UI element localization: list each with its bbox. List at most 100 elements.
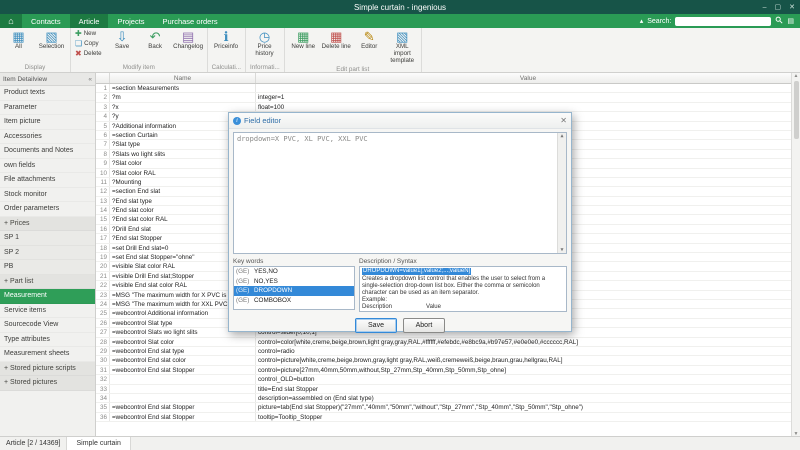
sidebar-item[interactable]: Sourcecode View: [0, 318, 95, 333]
table-row[interactable]: 2 ?m integer=1: [96, 93, 800, 102]
table-row[interactable]: 33 title=End slat Stopper: [96, 385, 800, 394]
ribbon-button[interactable]: ▦ Delete line: [320, 29, 353, 52]
sidebar-item[interactable]: Accessories: [0, 130, 95, 145]
vertical-scrollbar[interactable]: ▲ ▼: [791, 73, 800, 437]
sidebar-item[interactable]: Product texts: [0, 86, 95, 101]
table-row[interactable]: 29 =webcontrol End slat type control=rad…: [96, 347, 800, 356]
sidebar-item[interactable]: + Prices: [0, 217, 95, 232]
sidebar-item[interactable]: Type attributes: [0, 333, 95, 348]
table-row[interactable]: 30 =webcontrol End slat color control=pi…: [96, 356, 800, 365]
ribbon-button-icon: ▦: [297, 30, 309, 44]
sidebar-item-label: own fields: [4, 162, 35, 169]
close-icon[interactable]: ✕: [789, 3, 795, 11]
window-controls: – ▢ ✕: [763, 0, 795, 14]
row-number: 35: [96, 403, 110, 411]
sidebar: Item Detailview « Product texts Paramete…: [0, 73, 96, 437]
ribbon-tab[interactable]: Projects: [108, 14, 153, 28]
document-tab[interactable]: Simple curtain: [67, 437, 130, 450]
collapse-ribbon-icon[interactable]: ▴: [640, 17, 644, 25]
sidebar-item[interactable]: Order parameters: [0, 202, 95, 217]
ribbon-button[interactable]: ▦ New line: [287, 29, 320, 52]
ribbon-small-button[interactable]: ❏ Copy: [73, 39, 101, 49]
keyword-row[interactable]: (GE) DROPDOWN: [234, 286, 354, 296]
row-name: =webcontrol End slat Stopper: [110, 413, 256, 421]
search-input[interactable]: [675, 17, 771, 26]
ribbon-tab[interactable]: Purchase orders: [154, 14, 227, 28]
ribbon-button[interactable]: ◷ Price history: [248, 29, 281, 59]
row-name: ?x: [110, 103, 256, 111]
ribbon-small-button[interactable]: ✖ Delete: [73, 49, 104, 59]
table-row[interactable]: 28 =webcontrol Slat color control=color[…: [96, 338, 800, 347]
record-counter: Article [2 / 14369]: [0, 437, 67, 450]
ribbon-button[interactable]: ℹ Priceinfo: [210, 29, 243, 52]
keyword-row[interactable]: (GE) NO,YES: [234, 277, 354, 287]
row-number: 34: [96, 394, 110, 402]
table-row[interactable]: 31 =webcontrol End slat Stopper control=…: [96, 366, 800, 375]
maximize-icon[interactable]: ▢: [775, 3, 782, 11]
row-number: 1: [96, 84, 110, 92]
scroll-up-icon[interactable]: ▲: [560, 133, 563, 139]
ribbon-button[interactable]: ▧ XML import template: [386, 29, 419, 65]
sidebar-item[interactable]: Documents and Notes: [0, 144, 95, 159]
table-row[interactable]: 3 ?x float=100: [96, 103, 800, 112]
table-row[interactable]: 34 description=assembled on (End slat ty…: [96, 394, 800, 403]
field-editor-textarea[interactable]: dropdown=X PVC, XL PVC, XXL PVC ▲ ▼: [233, 132, 567, 254]
editor-scrollbar[interactable]: ▲ ▼: [557, 133, 566, 253]
ribbon-button[interactable]: ⇩ Save: [106, 29, 139, 52]
minimize-icon[interactable]: –: [763, 4, 767, 11]
table-row[interactable]: 36 =webcontrol End slat Stopper tooltip=…: [96, 413, 800, 422]
sidebar-item[interactable]: Item picture: [0, 115, 95, 130]
sidebar-item[interactable]: Parameter: [0, 101, 95, 116]
sidebar-item[interactable]: PB: [0, 260, 95, 275]
example-label: Example:: [362, 297, 564, 304]
search-icon[interactable]: [775, 16, 783, 26]
row-number: 25: [96, 309, 110, 317]
save-button[interactable]: Save: [355, 318, 397, 333]
abort-button[interactable]: Abort: [403, 318, 445, 333]
ribbon-small-button[interactable]: ✚ New: [73, 29, 98, 39]
collapse-sidebar-icon[interactable]: «: [88, 76, 92, 83]
sidebar-item[interactable]: SP 1: [0, 231, 95, 246]
ribbon-button[interactable]: ✎ Editor: [353, 29, 386, 52]
table-row[interactable]: 35 =webcontrol End slat Stopper picture=…: [96, 403, 800, 412]
dialog-buttons: Save Abort: [233, 315, 567, 337]
table-row[interactable]: 32 control_OLD=button: [96, 375, 800, 384]
scrollbar-thumb[interactable]: [794, 81, 799, 139]
ribbon-button-label: All: [15, 44, 22, 51]
keyword-language: (GE): [234, 267, 254, 277]
sidebar-item[interactable]: + Stored picture scripts: [0, 362, 95, 377]
dialog-close-icon[interactable]: ✕: [560, 116, 567, 125]
ribbon-tab[interactable]: Contacts: [22, 14, 70, 28]
sidebar-item[interactable]: SP 2: [0, 246, 95, 261]
column-header-name[interactable]: Name: [110, 73, 256, 83]
sidebar-item[interactable]: own fields: [0, 159, 95, 174]
ribbon-button[interactable]: ▧ Selection: [35, 29, 68, 52]
ribbon-button[interactable]: ↶ Back: [139, 29, 172, 52]
scroll-down-icon[interactable]: ▼: [560, 247, 563, 253]
sidebar-item[interactable]: Stock monitor: [0, 188, 95, 203]
ribbon-button[interactable]: ▦ All: [2, 29, 35, 52]
menu-icon[interactable]: ▤: [787, 17, 794, 25]
keyword-row[interactable]: (GE) COMBOBOX: [234, 296, 354, 306]
keywords-list[interactable]: (GE) YES,NO (GE) NO,YES (GE) DROPDOWN: [233, 266, 355, 310]
example-col-value: Value: [426, 304, 441, 311]
ribbon-tab[interactable]: Article: [70, 14, 109, 28]
sidebar-item[interactable]: + Part list: [0, 275, 95, 290]
row-value: [256, 84, 800, 92]
table-row[interactable]: 1 =section Measurements: [96, 84, 800, 93]
sidebar-item[interactable]: Service items: [0, 304, 95, 319]
row-number: 18: [96, 244, 110, 252]
sidebar-item[interactable]: Measurement: [0, 289, 95, 304]
scroll-up-icon[interactable]: ▲: [794, 73, 799, 79]
ribbon-button[interactable]: ▤ Changelog: [172, 29, 205, 52]
ribbon-group-label: Display: [2, 63, 68, 72]
sidebar-item[interactable]: + Stored pictures: [0, 376, 95, 391]
keyword-row[interactable]: (GE) YES,NO: [234, 267, 354, 277]
row-number: 19: [96, 253, 110, 261]
sidebar-item[interactable]: File attachments: [0, 173, 95, 188]
sidebar-item[interactable]: Measurement sheets: [0, 347, 95, 362]
column-header-value[interactable]: Value: [256, 73, 800, 83]
row-value: control_OLD=button: [256, 375, 800, 383]
row-number: 22: [96, 281, 110, 289]
home-tab[interactable]: ⌂: [0, 14, 22, 28]
